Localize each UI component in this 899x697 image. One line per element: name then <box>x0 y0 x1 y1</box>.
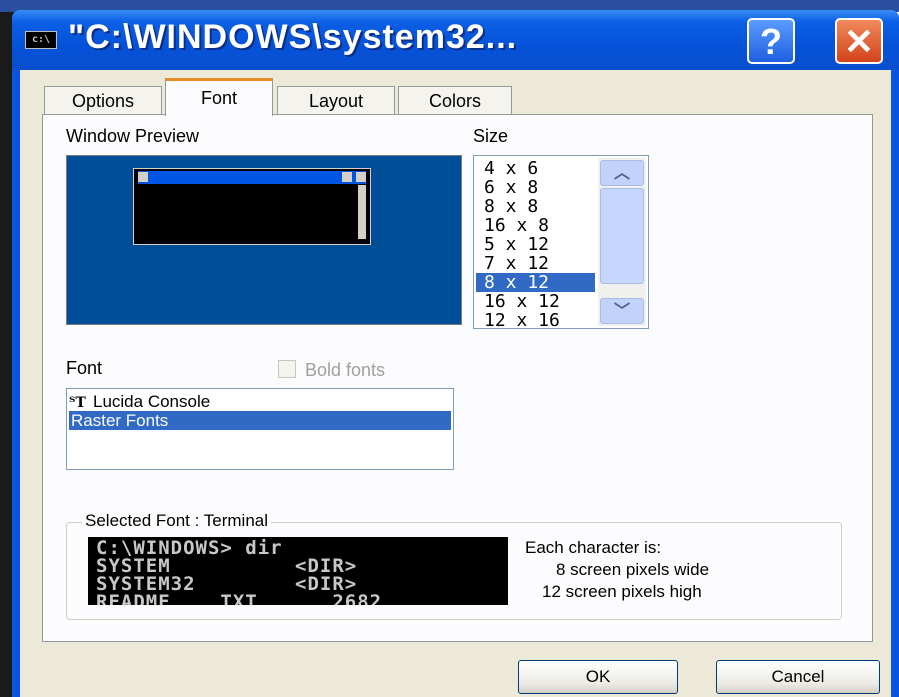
title-bar[interactable]: c:\ "C:\WINDOWS\system32... ? ✕ <box>12 10 899 70</box>
tab-font[interactable]: Font <box>165 78 273 116</box>
font-item-label: Lucida Console <box>93 392 211 411</box>
size-item[interactable]: 4 x 6 <box>476 159 595 178</box>
preview-title-bar <box>138 171 366 184</box>
sample-line: README TXT 2682 <box>96 591 383 606</box>
properties-dialog: c:\ "C:\WINDOWS\system32... ? ✕ Options … <box>12 10 899 697</box>
window-preview-label: Window Preview <box>66 126 200 146</box>
tab-colors[interactable]: Colors <box>398 86 512 114</box>
preview-console-window <box>133 168 371 245</box>
scroll-down-icon[interactable]: ﹀ <box>600 298 644 324</box>
size-item[interactable]: 8 x 8 <box>476 197 595 216</box>
font-item-raster-selected[interactable]: Raster Fonts <box>69 411 451 430</box>
preview-scrollbar <box>358 185 366 239</box>
dialog-client: Options Font Layout Colors Window Previe… <box>20 70 891 697</box>
size-item[interactable]: 5 x 12 <box>476 235 595 254</box>
console-icon: c:\ <box>25 31 57 49</box>
size-scrollbar[interactable]: ︿ ﹀ <box>598 158 646 326</box>
font-listbox[interactable]: ᵀT Lucida Console Raster Fonts <box>66 388 454 470</box>
size-label: Size <box>473 126 509 146</box>
bold-fonts-label: Bold fonts <box>305 360 386 380</box>
font-item-lucida[interactable]: ᵀT Lucida Console <box>69 392 451 411</box>
char-info-title: Each character is: <box>525 538 662 557</box>
bold-fonts-checkbox[interactable] <box>278 360 296 378</box>
size-item-selected[interactable]: 8 x 12 <box>476 273 595 292</box>
size-item[interactable]: 12 x 16 <box>476 311 595 328</box>
window-title: "C:\WINDOWS\system32... <box>68 18 518 56</box>
font-label: Font <box>66 358 103 378</box>
char-height-text: 12 screen pixels high <box>542 582 702 601</box>
close-button[interactable]: ✕ <box>835 18 883 64</box>
scroll-up-icon[interactable]: ︿ <box>600 160 644 186</box>
size-item[interactable]: 16 x 12 <box>476 292 595 311</box>
truetype-icon: ᵀT <box>69 395 86 411</box>
ok-button[interactable]: OK <box>518 660 678 694</box>
window-preview <box>66 155 462 325</box>
tab-layout[interactable]: Layout <box>277 86 395 114</box>
cancel-button[interactable]: Cancel <box>716 660 880 694</box>
preview-system-icon <box>138 172 148 182</box>
tab-options[interactable]: Options <box>44 86 162 114</box>
font-sample-preview: C:\WINDOWS> dir SYSTEM <DIR> SYSTEM32 <D… <box>88 537 508 605</box>
size-listbox[interactable]: 4 x 6 6 x 8 8 x 8 16 x 8 5 x 12 7 x 12 8… <box>473 155 649 329</box>
char-width-text: 8 screen pixels wide <box>556 560 710 579</box>
preview-minimize-icon <box>342 172 352 182</box>
selected-font-label: Selected Font : Terminal <box>82 511 271 531</box>
preview-close-icon <box>356 172 366 182</box>
scroll-thumb[interactable] <box>600 188 644 284</box>
size-item[interactable]: 16 x 8 <box>476 216 595 235</box>
size-item[interactable]: 7 x 12 <box>476 254 595 273</box>
help-button[interactable]: ? <box>747 18 795 64</box>
size-item[interactable]: 6 x 8 <box>476 178 595 197</box>
